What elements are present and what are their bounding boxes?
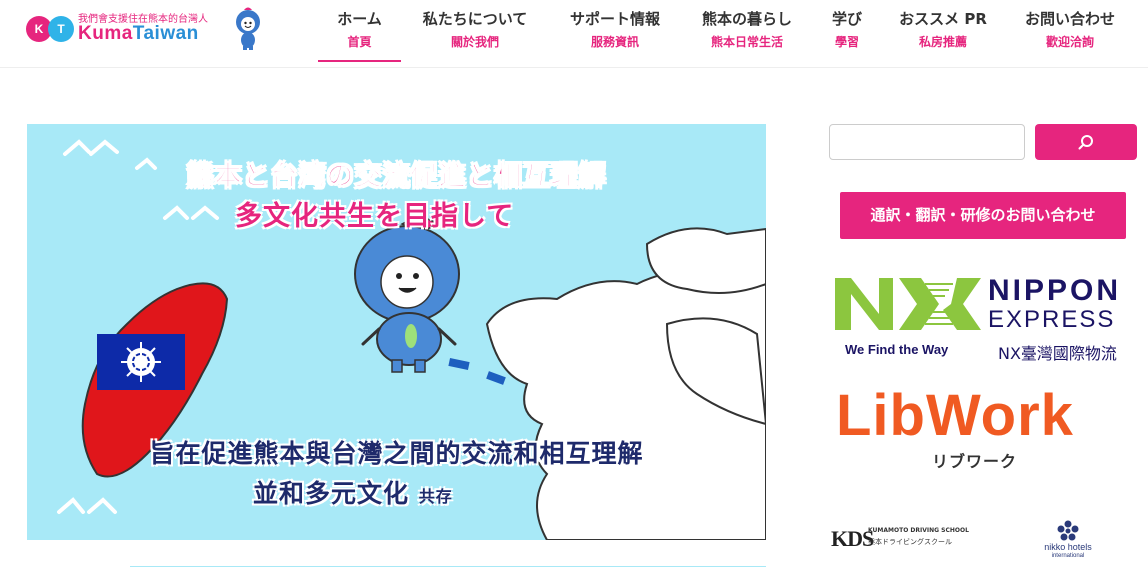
nav-item-about[interactable]: 私たちについて 關於我們 bbox=[414, 0, 536, 62]
nikko-name: nikko hotels bbox=[1044, 542, 1092, 552]
logo-badge-t: T bbox=[48, 16, 74, 42]
search-icon bbox=[1078, 135, 1093, 150]
hero-banner[interactable]: 熊本と台湾の交流促進と相互理解 多文化共生を目指して 旨在促進熊本與台灣之間的交… bbox=[27, 124, 766, 540]
kds-name-jp: 熊本ドライビングスクール bbox=[868, 538, 952, 546]
nikko-sub: international bbox=[1051, 553, 1085, 559]
nx-brand-line1: NIPPON bbox=[988, 274, 1122, 307]
ad-libwork[interactable]: LibWork リブワーク bbox=[836, 383, 1132, 474]
nav-item-contact[interactable]: お問い合わせ 歡迎洽詢 bbox=[1018, 0, 1122, 62]
nx-local-name: NX臺灣國際物流 bbox=[998, 344, 1117, 363]
hero-title-zh: 旨在促進熊本與台灣之間的交流和相互理解 bbox=[149, 439, 644, 468]
nav-label-jp: サポート情報 bbox=[569, 10, 660, 28]
hero-subtitle-zh-main: 並和多元文化 bbox=[253, 479, 410, 508]
hero-subtitle-jp: 多文化共生を目指して bbox=[235, 201, 515, 232]
nav-label-jp: おススメ PR bbox=[899, 10, 987, 28]
nav-item-life[interactable]: 熊本の暮らし 熊本日常生活 bbox=[694, 0, 800, 62]
logo-name: KumaTaiwan bbox=[78, 23, 199, 45]
nav-label-jp: ホーム bbox=[337, 10, 382, 28]
hero-title-jp: 熊本と台湾の交流促進と相互理解 bbox=[186, 161, 607, 193]
nav-item-recommend[interactable]: おススメ PR 私房推薦 bbox=[894, 0, 992, 62]
ad-nikko-hotels[interactable]: nikko hotels international bbox=[1036, 520, 1100, 560]
ad-nippon-express[interactable]: NIPPON EXPRESS We Find the Way NX臺灣國際物流 bbox=[833, 272, 1135, 366]
nav-label-zh: 學習 bbox=[834, 35, 859, 49]
nav-label-jp: 熊本の暮らし bbox=[701, 10, 792, 28]
nav-label-zh: 服務資訊 bbox=[590, 35, 639, 49]
nav-item-learning[interactable]: 学び 學習 bbox=[826, 0, 868, 62]
nav-label-jp: 私たちについて bbox=[422, 10, 528, 28]
logo-name-taiwan: Taiwan bbox=[132, 23, 199, 44]
search-input[interactable] bbox=[829, 124, 1025, 160]
site-header: K T 我們會支援住在熊本的台灣人 KumaTaiwan ホーム 首頁 私たちに… bbox=[0, 0, 1148, 68]
hero-subtitle-zh-small: 共存 bbox=[418, 487, 453, 506]
content-divider bbox=[130, 566, 766, 567]
logo-name-kuma: Kuma bbox=[78, 23, 133, 44]
search-button[interactable] bbox=[1035, 124, 1137, 160]
nav-label-zh: 歡迎洽詢 bbox=[1045, 35, 1094, 49]
nav-item-support[interactable]: サポート情報 服務資訊 bbox=[562, 0, 668, 62]
libwork-logo-text: LibWork bbox=[836, 383, 1074, 448]
mascot-icon bbox=[236, 7, 260, 50]
nav-label-zh: 私房推薦 bbox=[918, 35, 967, 49]
nx-brand-line2: EXPRESS bbox=[988, 306, 1116, 333]
kds-logo-mark: KDS bbox=[831, 526, 874, 551]
nikko-flower-icon bbox=[1057, 520, 1079, 541]
kds-name-en: KUMAMOTO DRIVING SCHOOL bbox=[868, 527, 969, 534]
nav-item-home[interactable]: ホーム 首頁 bbox=[318, 0, 401, 62]
nav-label-zh: 關於我們 bbox=[450, 35, 499, 49]
nav-label-jp: お問い合わせ bbox=[1024, 10, 1115, 28]
logo-badge: K T bbox=[26, 16, 76, 44]
ad-kumamoto-driving-school[interactable]: KDS KUMAMOTO DRIVING SCHOOL 熊本ドライビングスクール bbox=[831, 524, 971, 554]
contact-inquiry-button[interactable]: 通訳・翻訳・研修のお問い合わせ bbox=[840, 192, 1126, 239]
mascot-character bbox=[354, 217, 460, 373]
nx-logo-icon bbox=[835, 278, 981, 330]
hero-subtitle-zh: 並和多元文化 共存 bbox=[253, 474, 453, 510]
nav-label-jp: 学び bbox=[831, 10, 862, 28]
nav-label-zh: 熊本日常生活 bbox=[710, 35, 783, 49]
nav-label-zh: 首頁 bbox=[347, 35, 372, 49]
nx-tagline: We Find the Way bbox=[845, 342, 949, 357]
site-logo[interactable]: K T 我們會支援住在熊本的台灣人 KumaTaiwan bbox=[26, 6, 266, 54]
libwork-kana: リブワーク bbox=[932, 452, 1018, 471]
